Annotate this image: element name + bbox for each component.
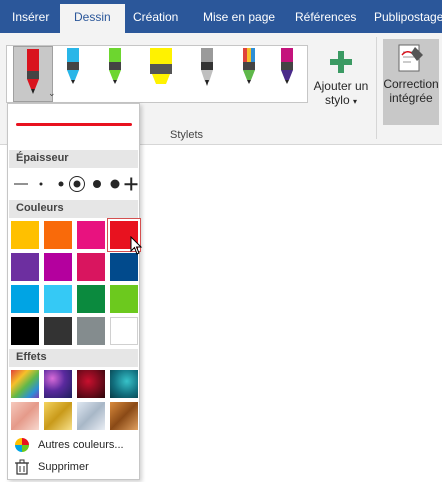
color-swatch[interactable] — [77, 285, 105, 313]
galaxy-pen-icon — [281, 48, 293, 84]
ribbon-tab-bar: Insérer Dessin Création Mise en page Réf… — [0, 0, 442, 33]
ink-correction-label: Correction intégrée — [383, 77, 439, 105]
color-wheel-icon — [15, 438, 29, 452]
tab-publipostage[interactable]: Publipostage — [374, 10, 442, 24]
color-swatch[interactable] — [11, 221, 39, 249]
pen-rainbow[interactable] — [233, 46, 267, 102]
color-swatch[interactable] — [11, 317, 39, 345]
color-swatch[interactable] — [44, 221, 72, 249]
green-pen-icon — [109, 48, 121, 84]
thickness-option-plus[interactable] — [122, 174, 140, 194]
chevron-down-icon[interactable]: ⌄ — [48, 88, 56, 99]
pen-gallery: ⌄ — [6, 45, 308, 103]
color-swatch[interactable] — [44, 285, 72, 313]
thickness-option-xs[interactable] — [32, 174, 50, 194]
color-swatch[interactable] — [110, 285, 138, 313]
pen-options-dropdown: Épaisseur Couleurs Effets Autres couleur… — [7, 103, 140, 480]
effect-swatch-rose-gold[interactable] — [11, 402, 39, 430]
pen-highlighter-yellow[interactable] — [141, 46, 185, 102]
ribbon-group-separator — [376, 37, 377, 139]
effect-swatch-ocean[interactable] — [110, 370, 138, 398]
add-pen-button[interactable]: Ajouter un stylo ▾ — [310, 51, 372, 109]
yellow-highlighter-icon — [150, 48, 172, 84]
effect-swatch-rainbow[interactable] — [11, 370, 39, 398]
more-colors-item[interactable]: Autres couleurs... — [12, 435, 136, 457]
color-swatch[interactable] — [77, 317, 105, 345]
chevron-down-icon: ▾ — [353, 97, 358, 106]
trash-icon — [15, 459, 29, 475]
ribbon-group-label: Stylets — [170, 129, 204, 141]
pen-red[interactable]: ⌄ — [13, 46, 56, 102]
tab-inserer[interactable]: Insérer — [12, 10, 49, 24]
thickness-header: Épaisseur — [9, 150, 138, 168]
stroke-preview — [16, 123, 132, 126]
delete-label: Supprimer — [38, 461, 89, 473]
add-pen-label: Ajouter un stylo — [313, 79, 369, 107]
effect-swatch-gold[interactable] — [44, 402, 72, 430]
colors-header: Couleurs — [9, 200, 138, 218]
color-swatch[interactable] — [11, 253, 39, 281]
more-colors-label: Autres couleurs... — [38, 439, 124, 451]
pen-green[interactable] — [99, 46, 133, 102]
color-swatch[interactable] — [77, 221, 105, 249]
tab-creation[interactable]: Création — [133, 10, 178, 24]
pen-pencil-gray[interactable] — [191, 46, 225, 102]
cyan-pen-icon — [67, 48, 79, 84]
thickness-option-l[interactable] — [88, 174, 106, 194]
rainbow-pen-icon — [243, 48, 255, 84]
color-swatch[interactable] — [44, 253, 72, 281]
effect-swatch-silver[interactable] — [77, 402, 105, 430]
mouse-cursor-icon — [130, 236, 143, 255]
ink-editor-icon — [398, 44, 423, 72]
pencil-icon — [201, 48, 213, 86]
color-swatch[interactable] — [110, 253, 138, 281]
color-swatch[interactable] — [11, 285, 39, 313]
thickness-picker — [12, 174, 138, 194]
tab-mise-en-page[interactable]: Mise en page — [203, 10, 275, 24]
thickness-option-line[interactable] — [12, 174, 30, 194]
thickness-option-m-selected[interactable] — [68, 174, 86, 194]
tab-references[interactable]: Références — [295, 10, 356, 24]
delete-item[interactable]: Supprimer — [12, 457, 136, 479]
effect-swatch-bronze[interactable] — [110, 402, 138, 430]
color-swatch[interactable] — [110, 317, 138, 345]
color-swatch[interactable] — [44, 317, 72, 345]
effect-swatch-lava[interactable] — [77, 370, 105, 398]
pen-cyan[interactable] — [57, 46, 91, 102]
color-swatch[interactable] — [77, 253, 105, 281]
effects-header: Effets — [9, 349, 138, 367]
plus-icon — [330, 51, 352, 73]
effect-swatch-galaxy[interactable] — [44, 370, 72, 398]
ink-correction-button[interactable]: Correction intégrée — [383, 39, 439, 125]
tab-dessin[interactable]: Dessin — [60, 4, 125, 33]
pen-galaxy[interactable] — [271, 46, 305, 102]
